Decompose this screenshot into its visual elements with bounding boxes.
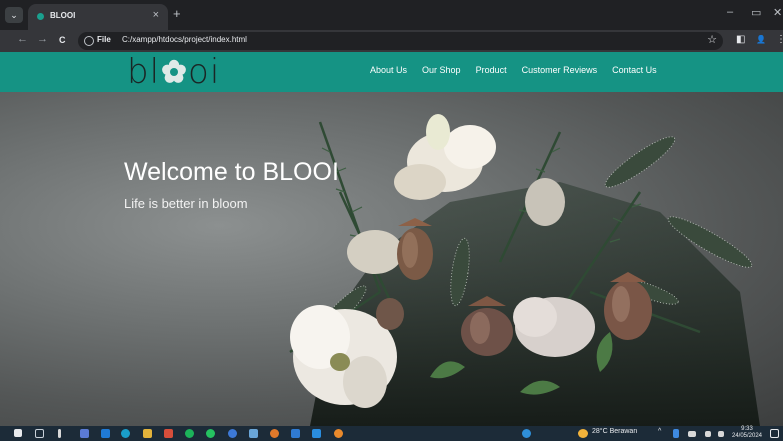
spotify-icon[interactable] xyxy=(185,429,194,438)
tray-overflow-icon[interactable]: ^ xyxy=(658,428,661,435)
app-icon-1[interactable] xyxy=(80,429,89,438)
clock-time: 9:33 xyxy=(741,426,753,432)
new-tab-button[interactable]: + xyxy=(173,6,181,21)
app-icon-4[interactable] xyxy=(291,429,300,438)
site-info-icon[interactable] xyxy=(84,36,94,46)
logo-text-left: bl xyxy=(127,52,161,92)
tab-strip: ⌄ BLOOI × + – ▭ ✕ xyxy=(0,0,783,30)
side-panel-icon[interactable]: ◧ xyxy=(736,34,745,45)
clock-date: 24/05/2024 xyxy=(731,433,763,439)
file-scheme-label: File xyxy=(97,35,111,44)
nav-about-us[interactable]: About Us xyxy=(370,65,407,75)
help-icon[interactable] xyxy=(522,429,531,438)
hero-title: Welcome to BLOOI xyxy=(124,158,339,186)
battery-icon[interactable] xyxy=(705,431,711,437)
tab-search-button[interactable]: ⌄ xyxy=(5,7,23,23)
main-nav: About Us Our Shop Product Customer Revie… xyxy=(370,65,672,75)
reload-button[interactable]: C xyxy=(59,35,66,45)
app-icon-2[interactable] xyxy=(101,429,110,438)
tab-title: BLOOI xyxy=(50,11,76,20)
tab-close-icon[interactable]: × xyxy=(153,9,159,21)
task-view-icon[interactable] xyxy=(35,429,44,438)
volume-icon[interactable] xyxy=(718,431,724,437)
minimize-button[interactable]: – xyxy=(727,6,733,18)
office-icon[interactable] xyxy=(164,429,173,438)
address-bar[interactable]: File C:/xampp/htdocs/project/index.html … xyxy=(78,32,723,50)
whatsapp-icon[interactable] xyxy=(206,429,215,438)
hero-section: Welcome to BLOOI Life is better in bloom xyxy=(0,92,783,426)
wifi-icon[interactable] xyxy=(688,431,696,437)
back-button[interactable]: ← xyxy=(17,33,28,45)
clock[interactable]: 9:33 24/05/2024 xyxy=(729,426,765,441)
app-icon-3[interactable] xyxy=(270,429,279,438)
page-viewport: bl oi About Us Our Shop Product Customer… xyxy=(0,52,783,426)
edge-icon[interactable] xyxy=(121,429,130,438)
flower-bouquet-image xyxy=(289,114,760,426)
hero-subtitle: Life is better in bloom xyxy=(124,196,248,211)
profile-icon[interactable]: 👤 xyxy=(756,35,766,44)
nav-contact-us[interactable]: Contact Us xyxy=(612,65,657,75)
windows-start-icon[interactable] xyxy=(14,429,22,437)
weather-cloud-icon[interactable] xyxy=(578,429,588,438)
windows-taskbar: 28°C Berawan ^ 9:33 24/05/2024 xyxy=(0,426,783,441)
chrome-icon[interactable] xyxy=(334,429,343,438)
nav-product[interactable]: Product xyxy=(476,65,507,75)
bookmark-star-icon[interactable]: ☆ xyxy=(707,33,717,46)
url-text[interactable]: C:/xampp/htdocs/project/index.html xyxy=(122,35,247,44)
site-logo[interactable]: bl oi xyxy=(127,52,221,92)
tray-app-icon[interactable] xyxy=(673,429,679,438)
photos-icon[interactable] xyxy=(249,429,258,438)
tab-blooi[interactable]: BLOOI × xyxy=(28,4,168,30)
site-navbar: bl oi About Us Our Shop Product Customer… xyxy=(0,52,783,92)
weather-text[interactable]: 28°C Berawan xyxy=(592,428,637,435)
file-explorer-icon[interactable] xyxy=(143,429,152,438)
vscode-icon[interactable] xyxy=(312,429,321,438)
lightning-app-icon[interactable] xyxy=(58,429,61,438)
logo-text-right: oi xyxy=(188,52,221,92)
notification-icon[interactable] xyxy=(770,429,779,438)
browser-menu-icon[interactable]: ⋮ xyxy=(776,34,783,45)
favicon-icon xyxy=(37,13,44,20)
flower-logo-icon xyxy=(162,59,186,83)
browser-toolbar: ← → C File C:/xampp/htdocs/project/index… xyxy=(0,30,783,52)
nav-customer-reviews[interactable]: Customer Reviews xyxy=(522,65,598,75)
forward-button[interactable]: → xyxy=(37,33,48,45)
meet-icon[interactable] xyxy=(228,429,237,438)
nav-our-shop[interactable]: Our Shop xyxy=(422,65,461,75)
maximize-button[interactable]: ▭ xyxy=(751,6,761,19)
browser-window: ⌄ BLOOI × + – ▭ ✕ ← → C File C:/xampp/ht… xyxy=(0,0,783,441)
close-window-button[interactable]: ✕ xyxy=(773,6,782,19)
